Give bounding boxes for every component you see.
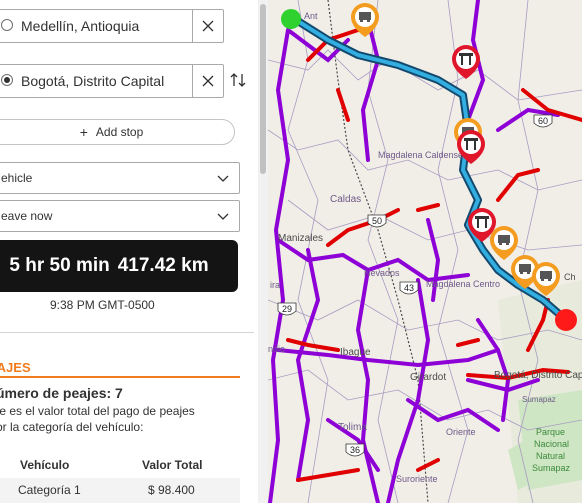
tolls-count: úmero de peajes: 7 — [0, 385, 123, 401]
map-label-girardot: Girardot — [410, 372, 446, 383]
map-label-suroriente: Suroriente — [396, 474, 438, 484]
directions-panel: Medellín, Antioquia Bogotá, Distrito Cap… — [0, 0, 258, 503]
divider — [0, 332, 254, 333]
origin-value: Medellín, Antioquia — [21, 18, 140, 34]
map-view[interactable]: Ant Magdalena Caldense Caldas Manizales … — [268, 0, 582, 503]
map-label-bogota: Bogotá, Distrito Capita — [494, 370, 582, 381]
map-label-mira: ira — [270, 280, 280, 290]
origin-radio[interactable] — [1, 19, 13, 31]
map-label-magdalena-caldense: Magdalena Caldense — [378, 150, 463, 160]
road-shield-29: 29 — [277, 302, 297, 316]
destination-input[interactable]: Bogotá, Distrito Capital — [0, 64, 224, 98]
map-label-parque: Parque — [536, 427, 565, 437]
add-stop-label: Add stop — [95, 125, 144, 139]
map-label-nacional: Nacional — [534, 439, 569, 449]
svg-text:50: 50 — [372, 216, 382, 226]
route-distance: 417.42 km — [117, 255, 209, 276]
map-label-tolima: Tolima — [338, 422, 367, 433]
map-label-ibague: Ibague — [340, 347, 371, 358]
road-shield-43: 43 — [399, 281, 419, 295]
map-label-indio: ndio — [268, 344, 285, 354]
destination-value: Bogotá, Distrito Capital — [21, 73, 165, 89]
tolls-heading: EAJES — [0, 360, 31, 375]
close-icon — [202, 20, 214, 32]
cell-vehicle: Categoría 1 — [18, 483, 81, 497]
col-header-total: Valor Total — [142, 458, 203, 472]
start-marker[interactable] — [281, 9, 301, 29]
road-shield-50: 50 — [367, 214, 387, 228]
road-shield-36: 36 — [345, 443, 365, 457]
origin-input[interactable]: Medellín, Antioquia — [0, 9, 224, 43]
add-stop-button[interactable]: + Add stop — [0, 119, 235, 145]
map-label-ch: Ch — [564, 272, 576, 282]
travel-mode-value: ehicle — [1, 171, 33, 185]
map-label-nevados: Nevados — [364, 268, 400, 278]
map-canvas[interactable]: Ant Magdalena Caldense Caldas Manizales … — [268, 0, 582, 503]
tolls-description: te es el valor total del pago de peajes … — [0, 403, 246, 435]
tolls-description-line2: or la categoría del vehículo: — [0, 420, 144, 434]
tolls-heading-underline — [0, 376, 240, 378]
svg-text:60: 60 — [538, 116, 548, 126]
svg-text:29: 29 — [282, 304, 292, 314]
departure-time-value: eave now — [1, 209, 53, 223]
map-label-natural: Natural — [536, 451, 565, 461]
cell-total: $ 98.400 — [148, 483, 195, 497]
panel-scrollbar-thumb[interactable] — [260, 4, 266, 174]
swap-icon[interactable] — [229, 71, 247, 89]
map-label-sumapaz-park: Sumapaz — [532, 463, 571, 473]
col-header-vehicle: Vehículo — [20, 458, 70, 472]
clear-destination-button[interactable] — [192, 65, 223, 97]
clear-origin-button[interactable] — [192, 10, 223, 42]
end-marker[interactable] — [555, 309, 577, 331]
road-shield-60: 60 — [533, 114, 553, 128]
close-icon — [202, 75, 214, 87]
destination-radio[interactable] — [1, 74, 13, 86]
map-label-ant: Ant — [304, 11, 318, 21]
map-label-manizales: Manizales — [278, 233, 323, 244]
departure-time-select[interactable]: eave now — [0, 200, 240, 232]
map-label-caldas: Caldas — [330, 194, 361, 205]
plus-icon: + — [79, 124, 88, 140]
route-summary: 5 hr 50 min 417.42 km — [0, 240, 238, 292]
route-duration: 5 hr 50 min — [9, 255, 110, 276]
chevron-down-icon — [217, 213, 229, 220]
map-label-oriente: Oriente — [446, 427, 476, 437]
arrival-time: 9:38 PM GMT-0500 — [50, 298, 155, 312]
map-label-magdalena-centro: Magdalena Centro — [426, 279, 500, 289]
travel-mode-select[interactable]: ehicle — [0, 162, 240, 194]
map-label-sumapaz: Sumapaz — [522, 395, 556, 404]
svg-text:36: 36 — [350, 445, 360, 455]
chevron-down-icon — [217, 175, 229, 182]
tolls-description-line1: te es el valor total del pago de peajes — [0, 404, 195, 418]
svg-text:43: 43 — [404, 283, 414, 293]
